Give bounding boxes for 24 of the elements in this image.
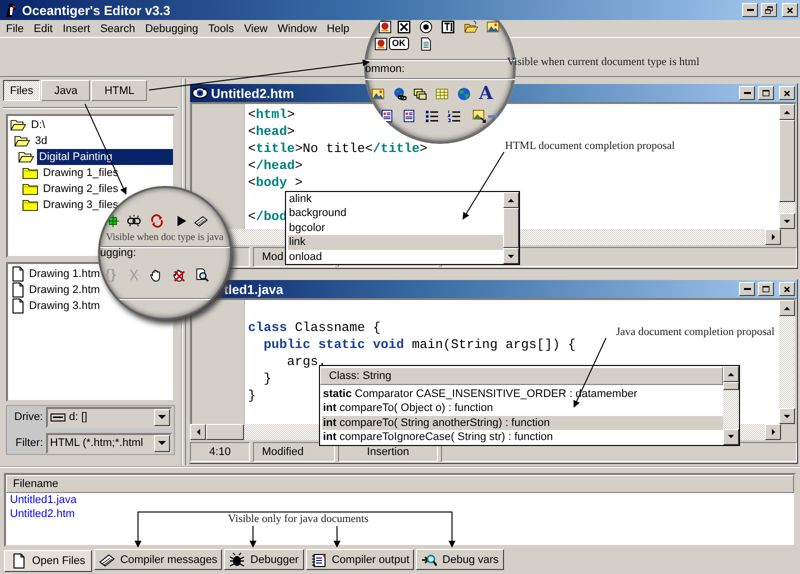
window-title: Oceantiger's Editor v3.3 (22, 2, 170, 18)
code-line: class Classname { (248, 319, 381, 336)
code-line: args. (286, 353, 326, 370)
code-line: <html> (248, 106, 295, 123)
status-cell: 4:10 (190, 442, 250, 462)
code-line: <head> (248, 123, 295, 140)
popup-header: Class: String (320, 367, 723, 385)
document-title: Untitled2.htm (211, 86, 294, 100)
code-line: <body > (248, 174, 303, 191)
annotation-text: Visible only for java documents (228, 513, 368, 525)
section-label: ommon: (365, 63, 405, 75)
annotation-text: Java document completion proposal (616, 326, 775, 338)
code-line: <title>No title</title> (248, 140, 428, 157)
annotation-text: Visible when current document type is html (507, 56, 700, 68)
code-line: } (248, 387, 256, 404)
field-label: Drive: (13, 411, 43, 423)
section-label: ugging: (100, 247, 136, 259)
annotation-text: Visible when doc type is java (106, 232, 224, 243)
code-line: public static void main(String args[]) { (262, 336, 576, 353)
code-line: } (262, 370, 272, 387)
field-label: Filter: (14, 437, 43, 449)
document-title: tled1.java (224, 282, 284, 296)
annotation-text: HTML document completion proposal (505, 140, 675, 152)
code-line: </head> (248, 157, 303, 174)
